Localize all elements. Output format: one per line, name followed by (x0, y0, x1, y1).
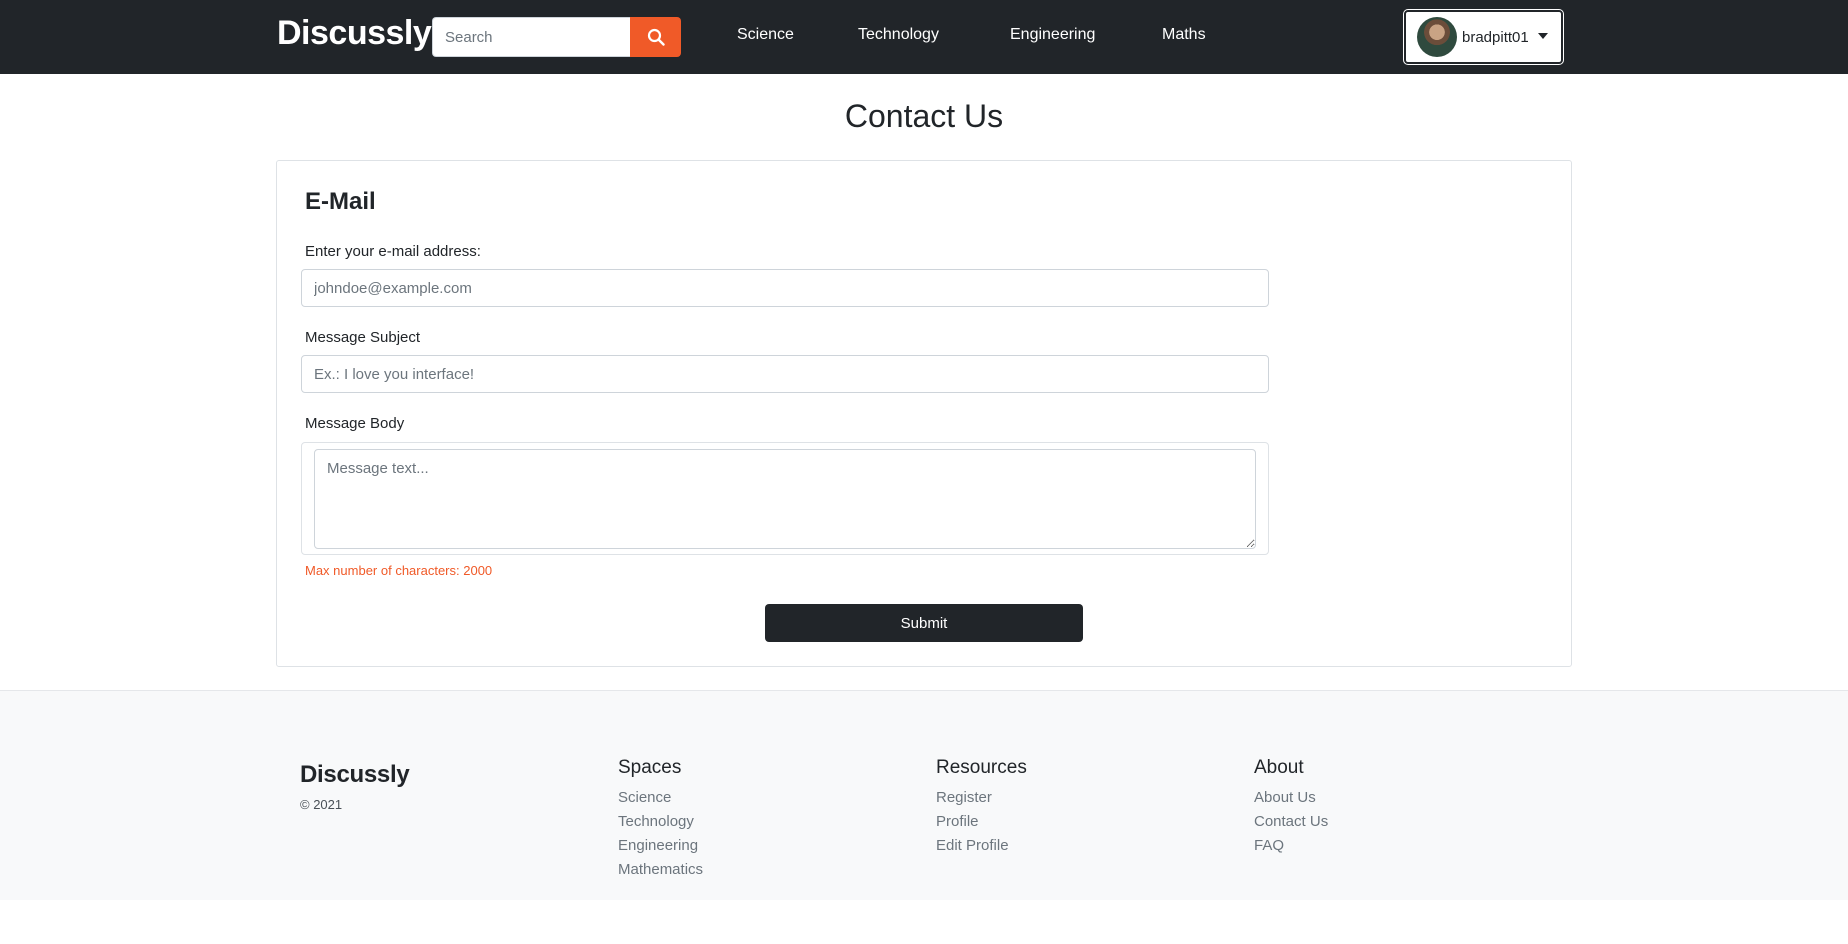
email-field[interactable] (301, 269, 1269, 307)
user-menu-button[interactable]: bradpitt01 (1403, 9, 1564, 65)
nav-link-technology[interactable]: Technology (858, 26, 939, 44)
nav-link-engineering[interactable]: Engineering (1010, 26, 1095, 44)
footer-column-about: About About Us Contact Us FAQ (1254, 757, 1328, 858)
footer-column-title: Resources (936, 757, 1027, 778)
footer-link-faq[interactable]: FAQ (1254, 834, 1328, 858)
footer-link-profile[interactable]: Profile (936, 810, 1027, 834)
search-bar (432, 17, 681, 57)
footer-column-spaces: Spaces Science Technology Engineering Ma… (618, 757, 703, 882)
message-body-field[interactable] (314, 449, 1256, 549)
email-label: Enter your e-mail address: (305, 243, 481, 260)
search-icon (647, 28, 665, 46)
footer-link-register[interactable]: Register (936, 786, 1027, 810)
footer-link-science[interactable]: Science (618, 786, 703, 810)
footer-column-title: About (1254, 757, 1304, 778)
footer-link-mathematics[interactable]: Mathematics (618, 858, 703, 882)
subject-label: Message Subject (305, 329, 421, 346)
footer-column-resources: Resources Register Profile Edit Profile (936, 757, 1027, 858)
footer-brand: Discussly (300, 761, 410, 788)
search-button[interactable] (630, 17, 681, 57)
contact-form-card: E-Mail Enter your e-mail address: Messag… (276, 160, 1572, 667)
nav-link-maths[interactable]: Maths (1162, 26, 1206, 44)
copyright: © 2021 (300, 797, 343, 812)
avatar (1417, 17, 1457, 57)
brand-logo[interactable]: Discussly (277, 14, 432, 53)
footer: Discussly © 2021 Spaces Science Technolo… (0, 690, 1848, 900)
character-limit-hint: Max number of characters: 2000 (305, 563, 493, 578)
footer-link-technology[interactable]: Technology (618, 810, 703, 834)
form-heading: E-Mail (305, 188, 376, 215)
footer-link-contact-us[interactable]: Contact Us (1254, 810, 1328, 834)
search-input[interactable] (432, 17, 631, 57)
message-body-container (301, 442, 1269, 555)
body-label: Message Body (305, 415, 405, 432)
footer-link-edit-profile[interactable]: Edit Profile (936, 834, 1027, 858)
footer-link-engineering[interactable]: Engineering (618, 834, 703, 858)
submit-button[interactable]: Submit (765, 604, 1083, 642)
footer-link-about-us[interactable]: About Us (1254, 786, 1328, 810)
footer-column-title: Spaces (618, 757, 682, 778)
username: bradpitt01 (1462, 28, 1529, 46)
top-navbar: Discussly Science Technology Engineering… (0, 0, 1848, 74)
page-title: Contact Us (844, 98, 1004, 134)
nav-link-science[interactable]: Science (737, 26, 794, 44)
chevron-down-icon (1537, 32, 1548, 39)
subject-field[interactable] (301, 355, 1269, 393)
